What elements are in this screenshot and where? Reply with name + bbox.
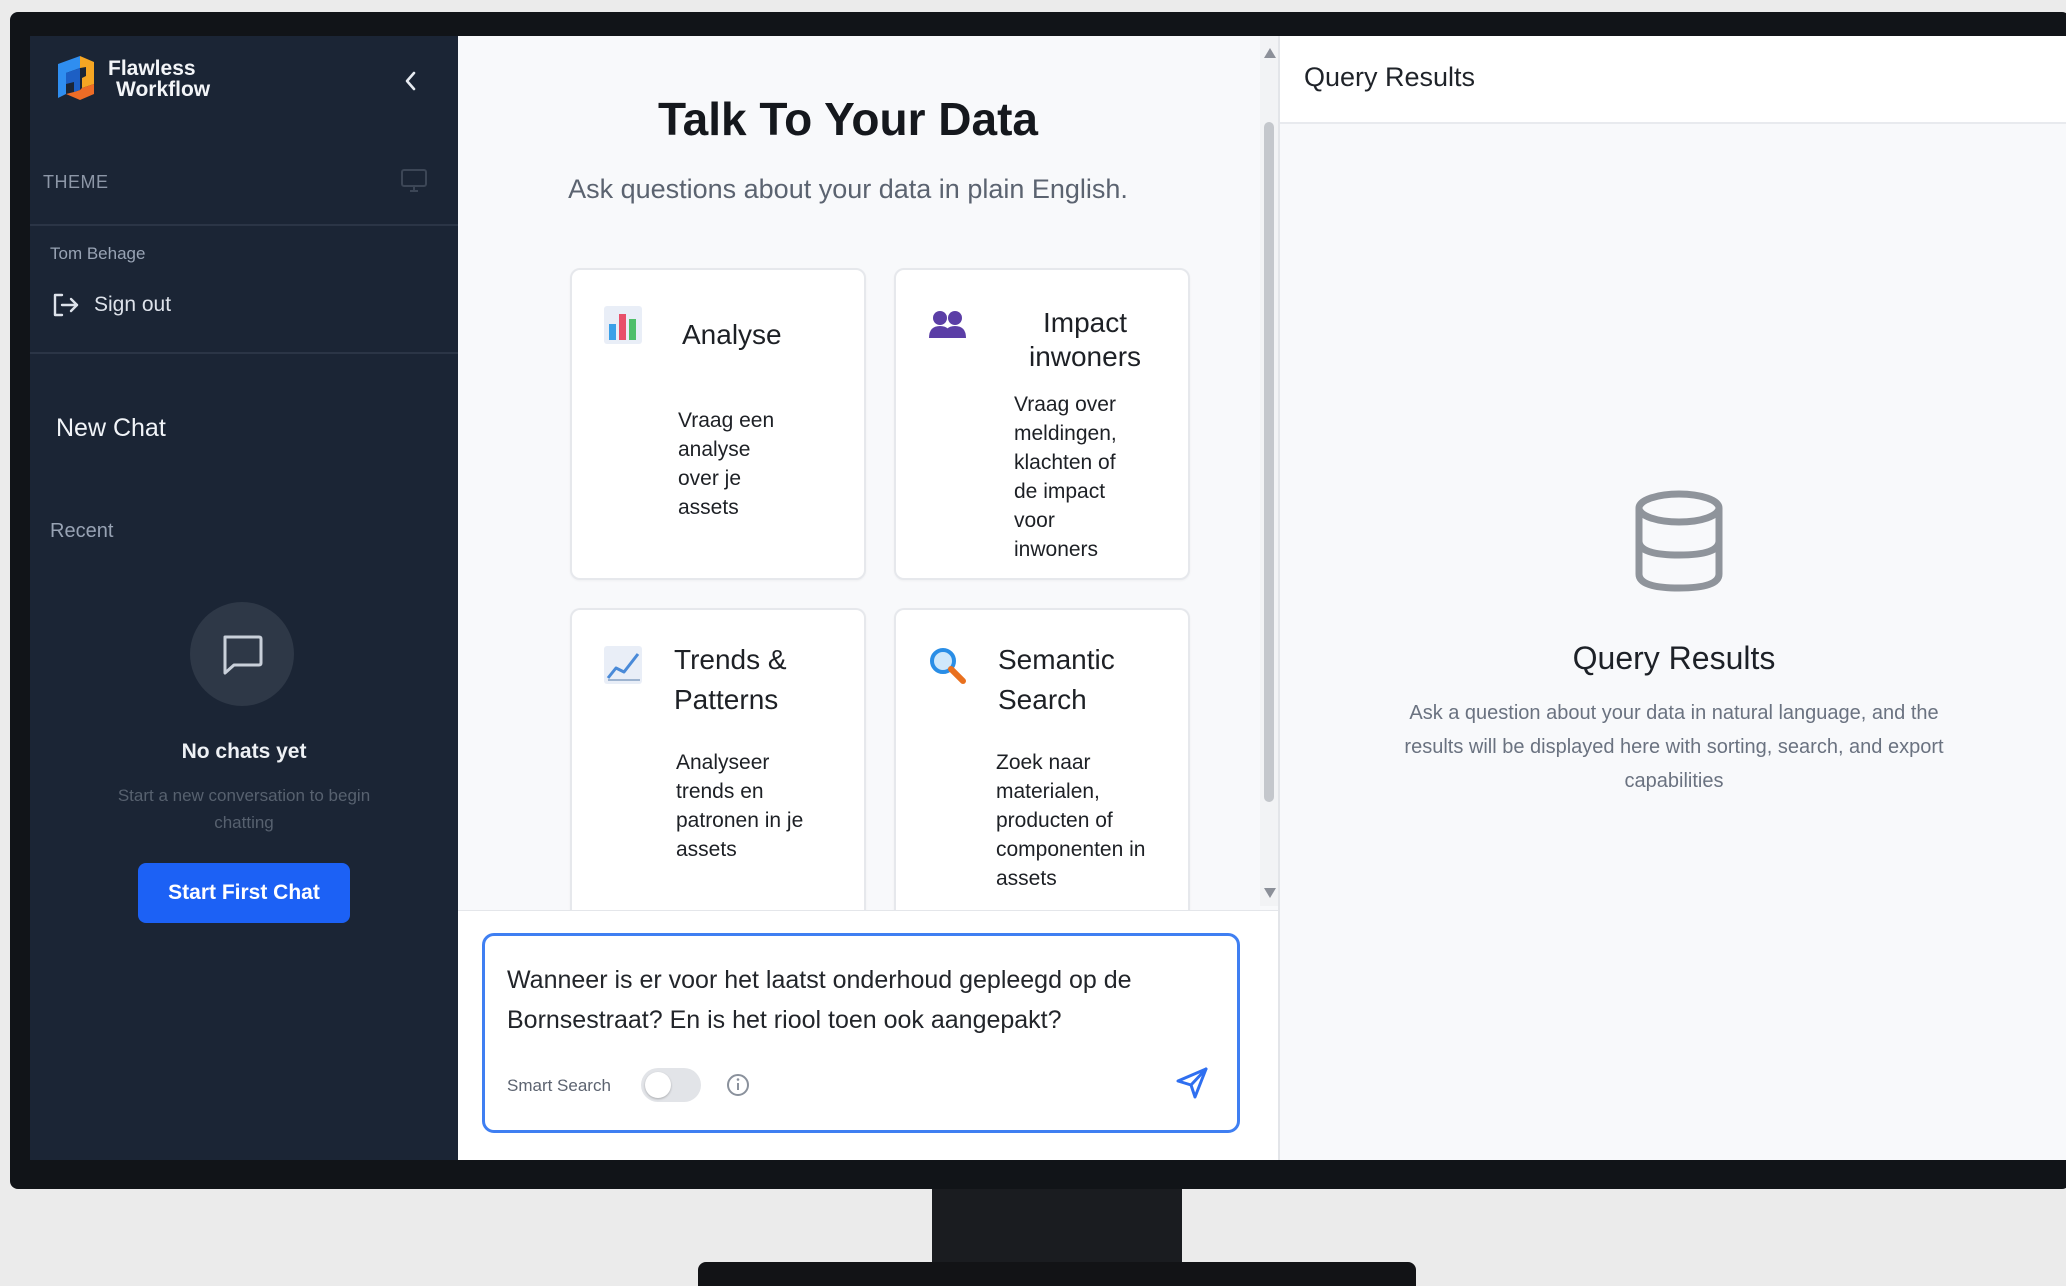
people-icon — [929, 311, 966, 338]
magnifier-icon — [930, 648, 966, 684]
scroll-down-arrow-icon[interactable] — [1264, 888, 1276, 898]
page-title: Talk To Your Data — [658, 93, 1038, 145]
chat-input-box[interactable]: Wanneer is er voor het laatst onderhoud … — [482, 933, 1240, 1133]
sidebar-divider — [30, 352, 458, 354]
chat-scrollbar[interactable] — [1260, 36, 1278, 906]
page-subtitle: Ask questions about your data in plain E… — [568, 174, 1128, 204]
app-screen: Flawless Workflow THEME Tom Behage Sign … — [30, 36, 2066, 1160]
card-title: Semantic Search — [998, 644, 1115, 715]
database-icon — [1635, 490, 1723, 592]
suggestion-card-trends[interactable]: Trends & Patterns Analyseer trends en pa… — [570, 608, 866, 950]
start-first-chat-button[interactable]: Start First Chat — [138, 863, 350, 923]
user-name: Tom Behage — [50, 244, 146, 263]
brand-line1: Flawless — [108, 57, 196, 80]
results-empty-description: Ask a question about your data in natura… — [1404, 702, 1944, 792]
scroll-up-arrow-icon[interactable] — [1264, 48, 1276, 58]
brand-name: Flawless Workflow — [108, 58, 210, 100]
recent-label: Recent — [50, 520, 114, 542]
sign-out-button[interactable]: Sign out — [50, 290, 171, 320]
trend-chart-icon — [604, 646, 642, 684]
sidebar: Flawless Workflow THEME Tom Behage Sign … — [30, 36, 458, 1160]
results-header-title: Query Results — [1304, 62, 1476, 92]
query-results-panel: Query Results Query Results Ask a questi… — [1278, 36, 2066, 1160]
chat-bubble-icon — [223, 635, 263, 675]
sidebar-divider — [30, 224, 458, 226]
empty-chats-illustration — [190, 602, 294, 706]
card-description: Zoek naar materialen, producten of compo… — [996, 751, 1146, 890]
theme-label: THEME — [43, 172, 109, 192]
card-title: Analyse — [682, 319, 782, 350]
sign-out-icon — [53, 293, 79, 317]
scrollbar-thumb[interactable] — [1264, 122, 1274, 802]
card-title: Impact inwoners — [1028, 307, 1142, 372]
info-icon[interactable] — [725, 1072, 751, 1098]
suggestion-card-impact[interactable]: Impact inwoners Vraag over meldingen, kl… — [894, 268, 1190, 580]
card-description: Analyseer trends en patronen in je asset… — [676, 751, 804, 861]
monitor-theme-icon[interactable] — [400, 168, 428, 194]
card-description: Vraag over meldingen, klachten of de imp… — [1014, 393, 1117, 561]
chat-panel: Talk To Your Data Ask questions about yo… — [458, 36, 1278, 1160]
smart-search-toggle[interactable] — [641, 1068, 701, 1102]
new-chat-button[interactable]: New Chat — [56, 414, 166, 443]
send-icon[interactable] — [1173, 1064, 1211, 1102]
suggestion-card-analyse[interactable]: Analyse Vraag een analyse over je assets — [570, 268, 866, 580]
card-description: Vraag een analyse over je assets — [678, 409, 775, 519]
results-header: Query Results — [1280, 36, 2066, 124]
sign-out-label: Sign out — [94, 293, 172, 316]
monitor-stand — [932, 1189, 1182, 1265]
card-title: Trends & Patterns — [674, 644, 787, 715]
smart-search-label: Smart Search — [507, 1076, 611, 1095]
no-chats-subtitle: Start a new conversation to begin chatti… — [117, 786, 371, 832]
toggle-knob — [645, 1072, 671, 1098]
chat-input-text[interactable]: Wanneer is er voor het laatst onderhoud … — [507, 960, 1207, 1040]
suggestion-card-semantic-search[interactable]: Semantic Search Zoek naar materialen, pr… — [894, 608, 1190, 950]
flawless-workflow-logo-icon — [58, 56, 94, 100]
brand-line2: Workflow — [116, 78, 211, 101]
monitor-base — [698, 1262, 1416, 1286]
chat-input-area: Wanneer is er voor het laatst onderhoud … — [458, 910, 1278, 1160]
results-empty-title: Query Results — [1572, 640, 1776, 676]
collapse-sidebar-chevron-left-icon[interactable] — [398, 68, 424, 94]
no-chats-title: No chats yet — [181, 740, 307, 763]
bar-chart-icon — [604, 306, 642, 344]
